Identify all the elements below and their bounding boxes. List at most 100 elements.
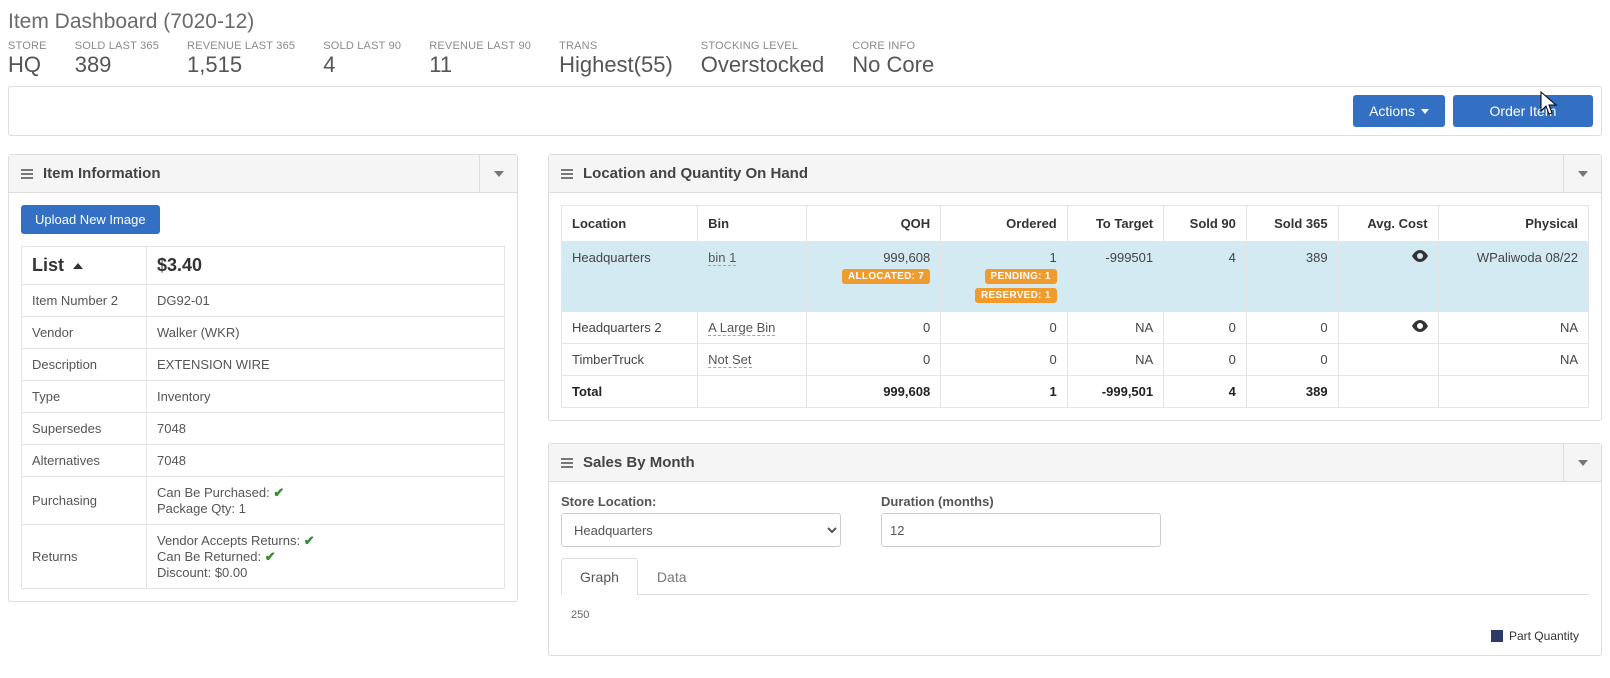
- info-key: Item Number 2: [22, 285, 147, 317]
- cell-ordered: 1PENDING: 1RESERVED: 1: [941, 242, 1068, 312]
- cell-sold90: 0: [1164, 312, 1247, 344]
- cell-to-target: -999501: [1067, 242, 1163, 312]
- price-list-header[interactable]: List: [22, 247, 147, 285]
- store-location-select[interactable]: Headquarters: [561, 513, 841, 547]
- can-be-purchased-label: Can Be Purchased:: [157, 485, 270, 500]
- cell-sold90: 0: [1164, 344, 1247, 376]
- duration-input[interactable]: [881, 513, 1161, 547]
- cell-avg-cost: [1338, 312, 1438, 344]
- total-label: Total: [562, 376, 698, 408]
- page-title: Item Dashboard (7020-12): [8, 10, 1602, 34]
- stat-label: STORE: [8, 40, 47, 52]
- store-location-label: Store Location:: [561, 494, 841, 509]
- info-val: 7048: [147, 445, 505, 477]
- cell-bin: Not Set: [698, 344, 807, 376]
- stat-label: CORE INFO: [852, 40, 934, 52]
- total-to-target: -999,501: [1067, 376, 1163, 408]
- stat-value: 11: [429, 52, 531, 78]
- bin-link[interactable]: A Large Bin: [708, 320, 775, 336]
- stat-label: REVENUE LAST 90: [429, 40, 531, 52]
- order-item-button[interactable]: Order Item: [1453, 95, 1593, 127]
- collapse-toggle[interactable]: [1563, 444, 1601, 481]
- store-location-group: Store Location: Headquarters: [561, 494, 841, 547]
- panel-header: Sales By Month: [549, 444, 1601, 482]
- stat-value: No Core: [852, 52, 934, 78]
- stat-label: SOLD LAST 90: [323, 40, 401, 52]
- bin-link[interactable]: Not Set: [708, 352, 751, 368]
- drag-handle-icon[interactable]: [561, 169, 573, 179]
- col-bin[interactable]: Bin: [698, 206, 807, 242]
- stat-label: STOCKING LEVEL: [701, 40, 825, 52]
- location-qoh-panel: Location and Quantity On Hand Location B…: [548, 154, 1602, 421]
- info-key: Type: [22, 381, 147, 413]
- collapse-toggle[interactable]: [1563, 155, 1601, 192]
- col-location[interactable]: Location: [562, 206, 698, 242]
- col-ordered[interactable]: Ordered: [941, 206, 1068, 242]
- stat-value: Highest(55): [559, 52, 673, 78]
- col-qoh[interactable]: QOH: [806, 206, 940, 242]
- col-avg-cost[interactable]: Avg. Cost: [1338, 206, 1438, 242]
- tab-graph[interactable]: Graph: [561, 558, 638, 595]
- price-value: $3.40: [147, 247, 505, 285]
- discount-label: Discount:: [157, 565, 211, 580]
- chart-tabs: Graph Data: [561, 557, 1589, 595]
- upload-new-image-label: Upload New Image: [35, 212, 146, 227]
- cell-bin: bin 1: [698, 242, 807, 312]
- col-sold365[interactable]: Sold 365: [1246, 206, 1338, 242]
- col-to-target[interactable]: To Target: [1067, 206, 1163, 242]
- drag-handle-icon[interactable]: [561, 458, 573, 468]
- cell-physical: WPaliwoda 08/22: [1438, 242, 1588, 312]
- stat-value: Overstocked: [701, 52, 825, 78]
- cell-qoh: 999,608ALLOCATED: 7: [806, 242, 940, 312]
- y-axis-tick: 250: [571, 609, 589, 621]
- actions-button[interactable]: Actions: [1353, 95, 1445, 127]
- col-sold90[interactable]: Sold 90: [1164, 206, 1247, 242]
- cell-avg-cost: [1338, 242, 1438, 312]
- actions-button-label: Actions: [1369, 103, 1415, 119]
- panel-title: Item Information: [43, 165, 161, 182]
- bin-link[interactable]: bin 1: [708, 250, 736, 266]
- total-sold365: 389: [1246, 376, 1338, 408]
- info-val: Inventory: [147, 381, 505, 413]
- returns-cell: Vendor Accepts Returns: ✔ Can Be Returne…: [147, 525, 505, 589]
- can-be-returned-label: Can Be Returned:: [157, 549, 261, 564]
- total-ordered: 1: [941, 376, 1068, 408]
- eye-icon[interactable]: [1412, 250, 1428, 265]
- tab-data[interactable]: Data: [638, 558, 706, 595]
- info-val: EXTENSION WIRE: [147, 349, 505, 381]
- info-key: Description: [22, 349, 147, 381]
- stat-value: HQ: [8, 52, 47, 78]
- table-row[interactable]: Headquarters 2A Large Bin00NA00NA: [562, 312, 1589, 344]
- table-row[interactable]: TimberTruckNot Set00NA00NA: [562, 344, 1589, 376]
- vendor-accepts-label: Vendor Accepts Returns:: [157, 533, 300, 548]
- stat-revenue-90: REVENUE LAST 90 11: [429, 40, 531, 78]
- panel-title: Sales By Month: [583, 454, 695, 471]
- stat-value: 4: [323, 52, 401, 78]
- check-icon: ✔: [273, 485, 284, 500]
- stat-sold-90: SOLD LAST 90 4: [323, 40, 401, 78]
- drag-handle-icon[interactable]: [21, 169, 33, 179]
- toolbar: Actions Order Item: [8, 86, 1602, 136]
- table-row[interactable]: Headquarters bin 1 999,608ALLOCATED: 71PEN…: [562, 242, 1589, 312]
- col-physical[interactable]: Physical: [1438, 206, 1588, 242]
- eye-icon[interactable]: [1412, 320, 1428, 335]
- reserved-badge: RESERVED: 1: [975, 288, 1057, 303]
- purchasing-cell: Can Be Purchased: ✔ Package Qty: 1: [147, 477, 505, 525]
- collapse-toggle[interactable]: [479, 155, 517, 192]
- stat-revenue-365: REVENUE LAST 365 1,515: [187, 40, 295, 78]
- stat-label: REVENUE LAST 365: [187, 40, 295, 52]
- chevron-down-icon: [494, 171, 504, 177]
- cell-avg-cost: [1338, 344, 1438, 376]
- upload-new-image-button[interactable]: Upload New Image: [21, 205, 160, 234]
- stat-value: 1,515: [187, 52, 295, 78]
- caret-down-icon: [1421, 109, 1429, 114]
- package-qty-label: Package Qty:: [157, 501, 235, 516]
- item-information-panel: Item Information Upload New Image List $…: [8, 154, 518, 602]
- info-key: Supersedes: [22, 413, 147, 445]
- cell-sold365: 0: [1246, 344, 1338, 376]
- cell-physical: NA: [1438, 312, 1588, 344]
- item-info-table: List $3.40 Item Number 2DG92-01 VendorWa…: [21, 246, 505, 589]
- cell-location: TimberTruck: [562, 344, 698, 376]
- info-key: Purchasing: [22, 477, 147, 525]
- cell-location: Headquarters: [562, 242, 698, 312]
